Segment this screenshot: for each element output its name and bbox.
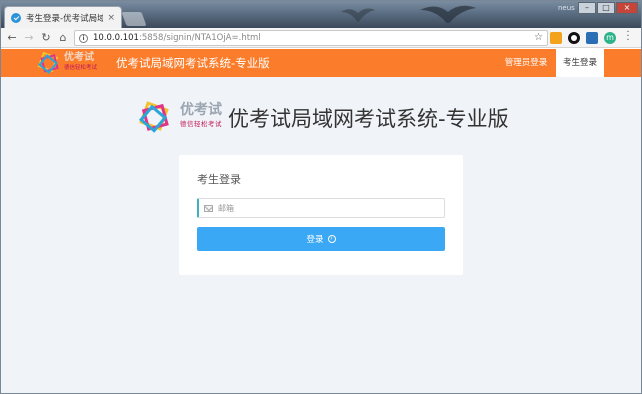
browser-tab[interactable]: 考生登录-优考试局域网考 ×	[4, 6, 122, 28]
reload-button[interactable]: ↻	[39, 31, 53, 45]
back-button[interactable]: ←	[5, 31, 19, 45]
page-title: 优考试局域网考试系统-专业版	[228, 107, 509, 131]
info-icon[interactable]: i	[79, 33, 88, 43]
email-input[interactable]	[218, 203, 438, 213]
login-card-title: 考生登录	[197, 173, 241, 186]
student-login-link[interactable]: 考生登录	[556, 49, 604, 77]
background-bird-icon	[420, 5, 476, 23]
login-card: 考生登录 登录 ›	[179, 155, 463, 275]
mail-icon	[204, 204, 213, 212]
logo-icon[interactable]	[37, 51, 61, 75]
tab-close-icon[interactable]: ×	[107, 13, 115, 23]
brand-logo-text: 优考试 德信轻松考试	[180, 102, 222, 129]
header-logo-text[interactable]: 优考试 德信轻松考试	[64, 52, 97, 72]
arrow-circle-icon: ›	[327, 235, 336, 243]
extension-m-icon[interactable]: m	[604, 32, 616, 44]
extension-record-icon[interactable]	[568, 32, 580, 44]
forward-button[interactable]: →	[22, 31, 36, 45]
site-header: 优考试 德信轻松考试 优考试局域网考试系统-专业版 管理员登录 考生登录	[0, 49, 642, 77]
admin-login-link[interactable]: 管理员登录	[498, 49, 554, 77]
brand-logo-line2: 德信轻松考试	[180, 120, 222, 128]
login-button-label: 登录	[306, 235, 324, 245]
background-bird-icon	[341, 8, 375, 22]
brand-logo-icon	[138, 101, 169, 133]
menu-icon[interactable]: · · ·	[624, 28, 632, 46]
browser-titlebar: 考生登录-优考试局域网考 × neus – □ ×	[0, 0, 642, 28]
site-title[interactable]: 优考试局域网考试系统-专业版	[116, 55, 270, 71]
url-text[interactable]: 10.0.0.101:5858/signin/NTA1OjA=.html	[93, 33, 261, 43]
extension-s-icon[interactable]	[586, 32, 598, 44]
minimize-button[interactable]: –	[578, 2, 596, 14]
browser-toolbar: ← → ↻ ⌂ i 10.0.0.101:5858/signin/NTA1OjA…	[0, 28, 642, 48]
window-close-button[interactable]: ×	[616, 2, 638, 14]
star-icon[interactable]: ☆	[534, 32, 543, 43]
maximize-button[interactable]: □	[597, 2, 615, 14]
favicon-icon	[11, 12, 21, 23]
brand-logo-line1: 优考试	[180, 102, 222, 118]
header-logo-line1: 优考试	[64, 52, 94, 63]
tab-title: 考生登录-优考试局域网考	[26, 13, 104, 24]
home-button[interactable]: ⌂	[56, 31, 70, 45]
extension-chart-icon[interactable]	[550, 32, 562, 44]
new-tab-button[interactable]	[121, 12, 147, 26]
address-bar[interactable]: i 10.0.0.101:5858/signin/NTA1OjA=.html ☆	[74, 30, 548, 46]
window-user-label: neus	[558, 4, 575, 12]
header-logo-line2: 德信轻松考试	[64, 65, 98, 71]
login-button[interactable]: 登录 ›	[197, 227, 445, 251]
email-field[interactable]	[197, 198, 445, 218]
